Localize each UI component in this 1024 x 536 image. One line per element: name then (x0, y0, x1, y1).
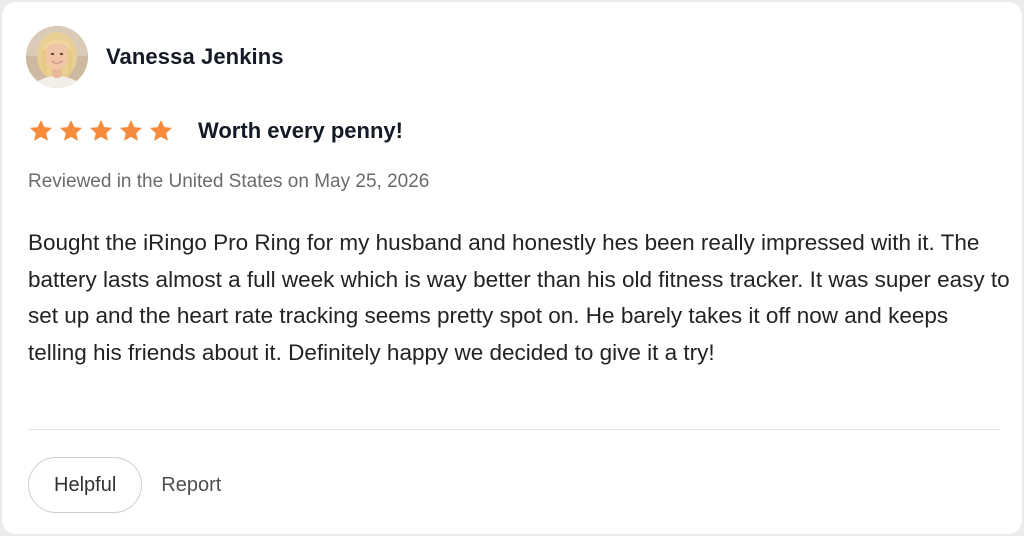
divider (28, 429, 1000, 430)
report-link[interactable]: Report (161, 474, 221, 497)
review-actions: Helpful Report (28, 456, 221, 514)
review-title: Worth every penny! (198, 118, 403, 143)
star-icon (89, 119, 113, 141)
reviewer-header: Vanessa Jenkins (26, 26, 284, 88)
review-meta: Reviewed in the United States on May 25,… (28, 171, 430, 192)
reviewer-name: Vanessa Jenkins (106, 44, 284, 69)
star-icon (149, 119, 173, 141)
helpful-button[interactable]: Helpful (28, 457, 143, 513)
star-icon (29, 119, 53, 141)
rating-row: Worth every penny! (28, 116, 403, 146)
star-icon (119, 119, 143, 141)
avatar-photo-icon (26, 26, 88, 88)
review-card: Vanessa Jenkins Worth every penny! Revie… (2, 2, 1022, 534)
star-icon (59, 119, 83, 141)
star-rating (28, 118, 174, 144)
review-body: Bought the iRingo Pro Ring for my husban… (28, 230, 1010, 365)
avatar (26, 26, 88, 88)
